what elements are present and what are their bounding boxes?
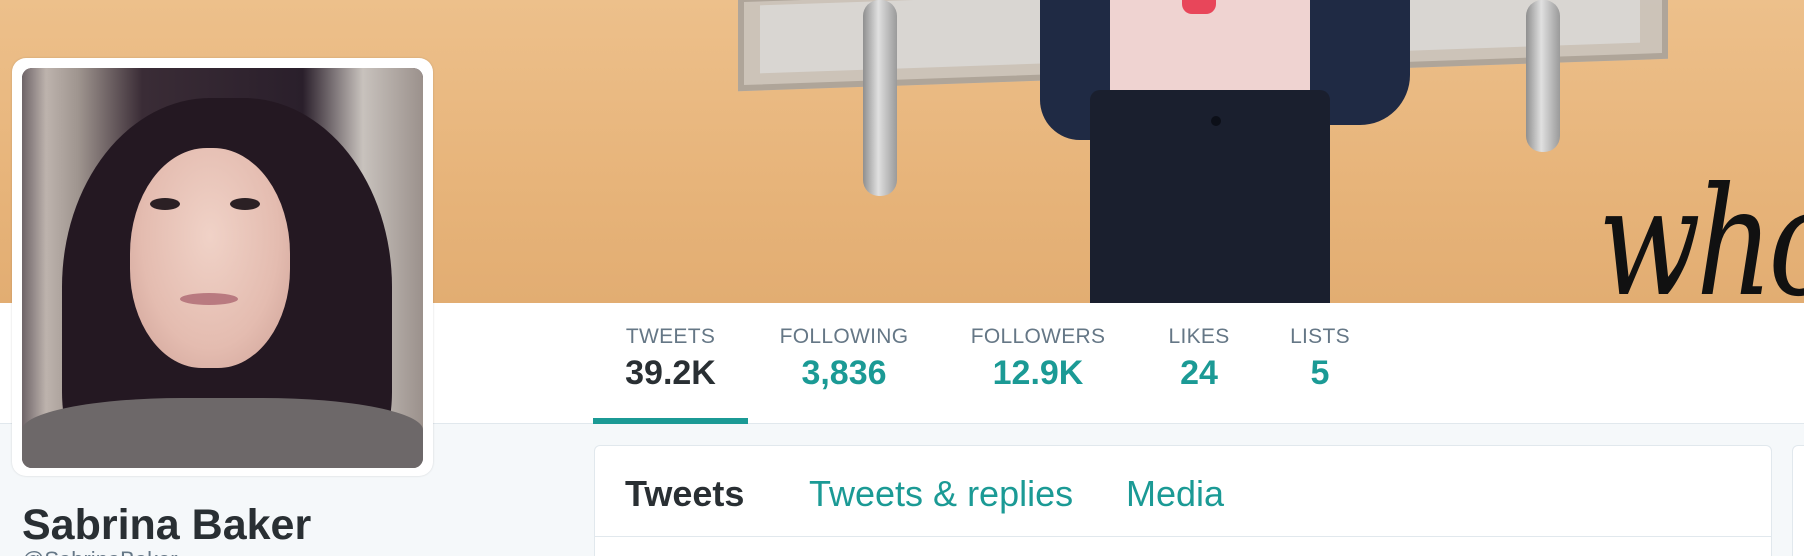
banner-button [1211,116,1221,126]
stat-value: 5 [1310,354,1330,392]
banner-trousers [1090,90,1330,303]
avatar-eye [150,198,180,210]
profile-name[interactable]: Sabrina Baker [22,500,311,550]
stat-lists[interactable]: LISTS 5 [1284,325,1356,424]
avatar-face [130,148,290,368]
stat-value: 39.2K [625,354,716,392]
profile-page: who TWEETS 39.2K FOLLOWING 3,836 FOLLOWE… [0,0,1804,556]
stat-following[interactable]: FOLLOWING 3,836 [770,325,918,424]
banner-pole [863,0,897,196]
profile-avatar-frame[interactable] [12,58,433,476]
avatar-shoulder [22,398,423,468]
stat-label: FOLLOWING [779,325,909,348]
stat-likes[interactable]: LIKES 24 [1160,325,1238,424]
stat-value: 3,836 [801,354,887,392]
avatar [22,68,423,468]
stat-tweets[interactable]: TWEETS 39.2K [593,325,748,424]
tab-tweets[interactable]: Tweets [625,474,744,514]
profile-handle[interactable]: @SabrinaBaker [22,548,178,556]
stat-label: FOLLOWERS [970,325,1106,348]
right-sidebar-card [1792,445,1804,556]
tab-media[interactable]: Media [1126,474,1224,514]
stat-value: 24 [1180,354,1218,392]
banner-scrawl-text: who [1598,156,1804,303]
timeline-tabs: Tweets Tweets & replies Media [595,446,1771,537]
banner-pole [1526,0,1560,152]
stat-label: TWEETS [625,325,716,348]
tab-tweets-and-replies[interactable]: Tweets & replies [809,474,1073,514]
banner-tie [1182,0,1216,14]
stat-label: LISTS [1290,325,1350,348]
avatar-mouth [180,293,238,305]
stat-followers[interactable]: FOLLOWERS 12.9K [962,325,1114,424]
avatar-eye [230,198,260,210]
stat-label: LIKES [1168,325,1230,348]
timeline-card: Tweets Tweets & replies Media [594,445,1772,556]
stat-value: 12.9K [992,354,1084,392]
